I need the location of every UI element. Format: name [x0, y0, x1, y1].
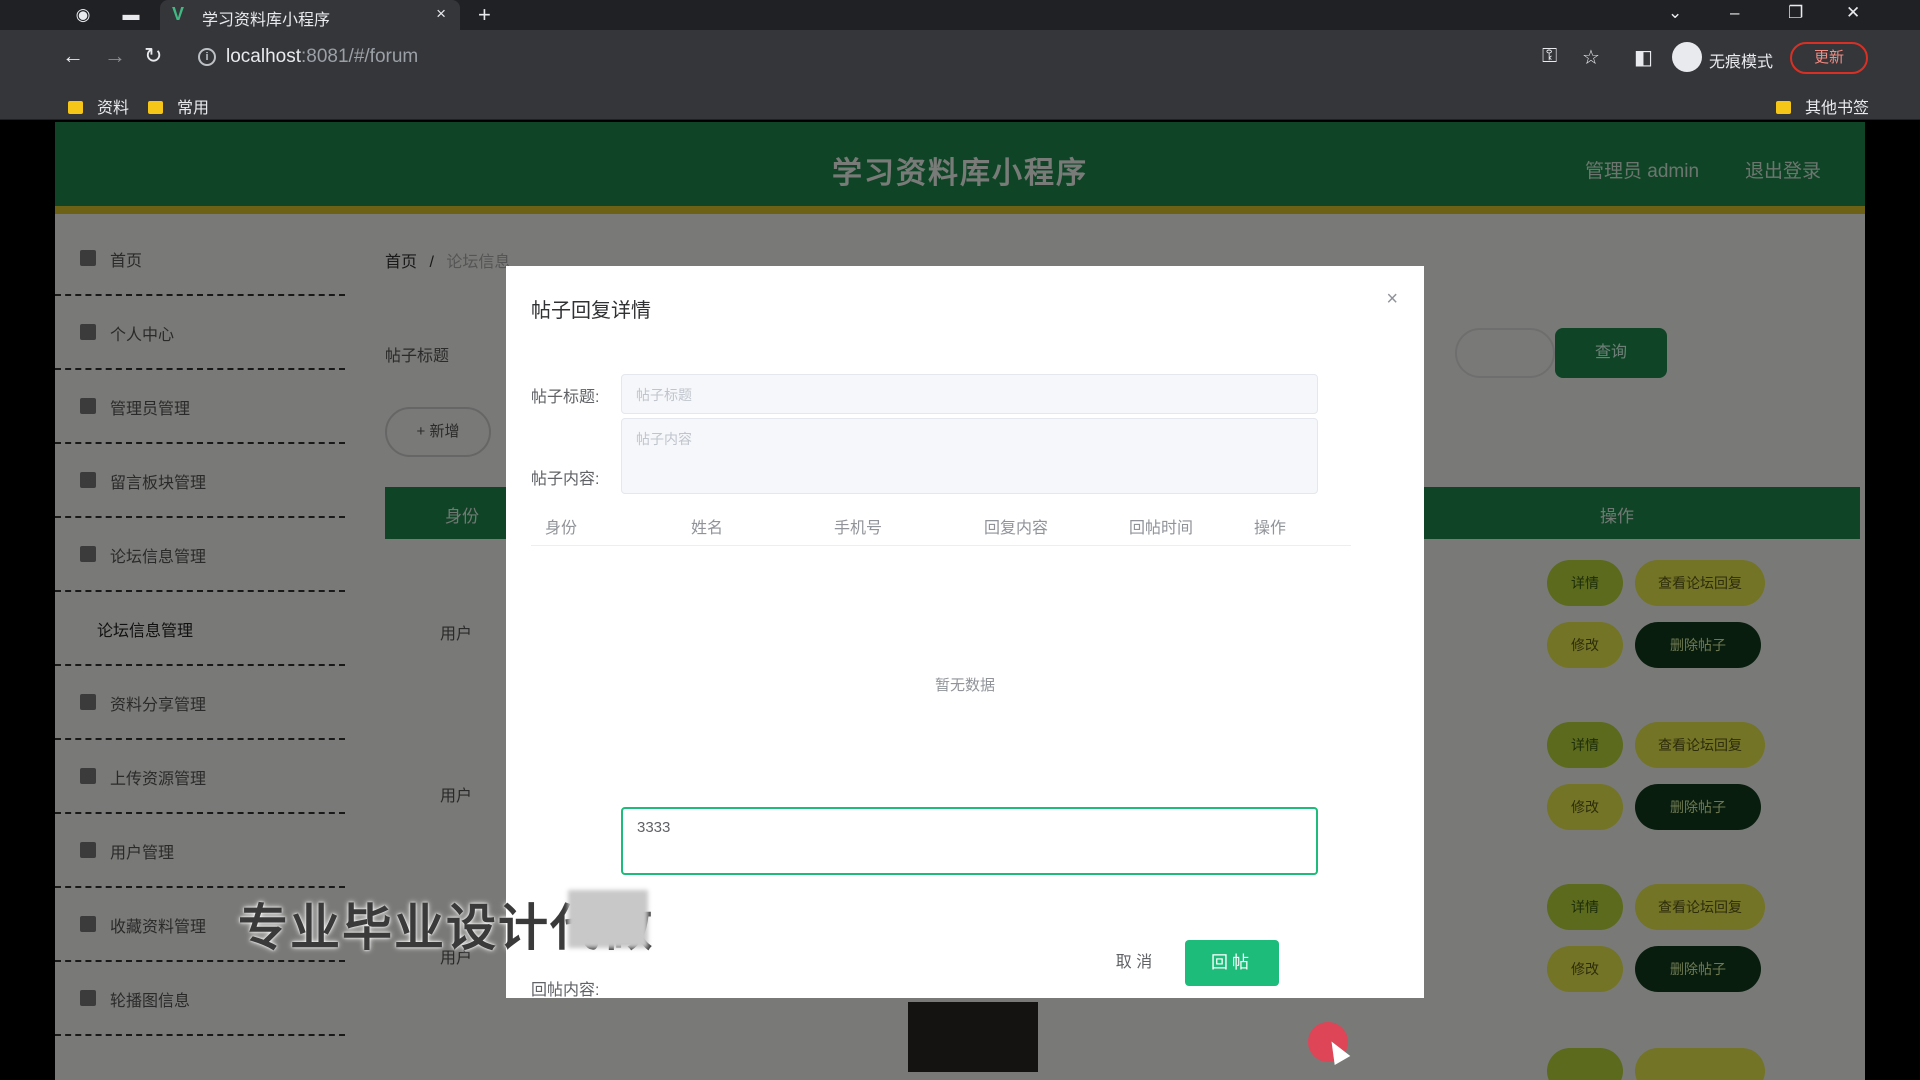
dialog-close-icon[interactable]: × [1386, 288, 1398, 311]
post-content-label: 帖子内容: [531, 471, 600, 488]
column-header-actions: 操作 [1254, 520, 1287, 537]
tab-list-chevron-icon[interactable]: ⌄ [1668, 3, 1682, 23]
site-info-icon[interactable]: i [198, 48, 216, 66]
column-header-reply-time: 回帖时间 [1129, 520, 1194, 537]
bookmark-folder-ziliao[interactable]: 资料 [68, 94, 129, 118]
side-panel-icon[interactable]: ◧ [1634, 45, 1653, 70]
bookmark-star-icon[interactable]: ☆ [1582, 45, 1600, 70]
update-button[interactable]: 更新 [1790, 42, 1868, 74]
folder-icon [1776, 101, 1791, 114]
window-close-icon[interactable]: ✕ [1846, 3, 1860, 23]
replies-table-header: 身份 姓名 手机号 回复内容 回帖时间 操作 [531, 502, 1351, 546]
tab-close-icon[interactable]: × [436, 4, 446, 24]
cancel-button[interactable]: 取 消 [1096, 940, 1172, 986]
reply-submit-button[interactable]: 回帖 [1185, 940, 1279, 986]
browser-tab[interactable]: V 学习资料库小程序 × [160, 0, 460, 30]
folder-icon [68, 101, 83, 114]
browser-toolbar: ← → ↻ i localhost:8081/#/forum ⚿ ☆ ◧ 无痕模… [0, 30, 1920, 86]
post-title-field: 帖子标题 [621, 374, 1318, 414]
reload-icon[interactable]: ↻ [144, 43, 162, 69]
tab-title: 学习资料库小程序 [202, 12, 331, 29]
bookmark-folder-changyong[interactable]: 常用 [148, 94, 209, 118]
column-header-identity: 身份 [545, 520, 578, 537]
reply-content-textarea[interactable]: 3333 [621, 807, 1318, 875]
new-tab-button[interactable]: + [478, 2, 491, 28]
tab-overview-icon[interactable]: ▬ [118, 4, 144, 26]
address-url: localhost:8081/#/forum [226, 46, 419, 67]
post-content-field: 帖子内容 [621, 418, 1318, 494]
column-header-reply-content: 回复内容 [984, 520, 1049, 537]
empty-state-text: 暂无数据 [934, 677, 995, 694]
browser-tab-bar: ◉ ▬ V 学习资料库小程序 × + ⌄ – ❐ ✕ [0, 0, 1920, 30]
minimize-icon[interactable]: – [1730, 3, 1739, 23]
folder-icon [148, 101, 163, 114]
address-bar[interactable]: i localhost:8081/#/forum [186, 40, 1556, 76]
incognito-icon[interactable] [1672, 42, 1702, 72]
tab-search-icon[interactable]: ◉ [70, 4, 96, 26]
post-title-label: 帖子标题: [531, 389, 600, 406]
column-header-phone: 手机号 [834, 520, 883, 537]
column-header-name: 姓名 [691, 520, 724, 537]
forward-arrow-icon[interactable]: → [104, 43, 126, 69]
key-icon[interactable]: ⚿ [1542, 45, 1557, 68]
vue-favicon-icon: V [172, 4, 185, 24]
restore-icon[interactable]: ❐ [1788, 3, 1803, 23]
other-bookmarks[interactable]: 其他书签 [1776, 94, 1869, 118]
watermark-blur-patch [568, 890, 648, 948]
back-arrow-icon[interactable]: ← [62, 43, 84, 69]
dialog-title: 帖子回复详情 [531, 300, 651, 322]
incognito-label: 无痕模式 [1709, 54, 1774, 71]
reply-content-label: 回帖内容: [531, 982, 600, 999]
bookmarks-bar: 资料 常用 其他书签 [0, 86, 1920, 120]
